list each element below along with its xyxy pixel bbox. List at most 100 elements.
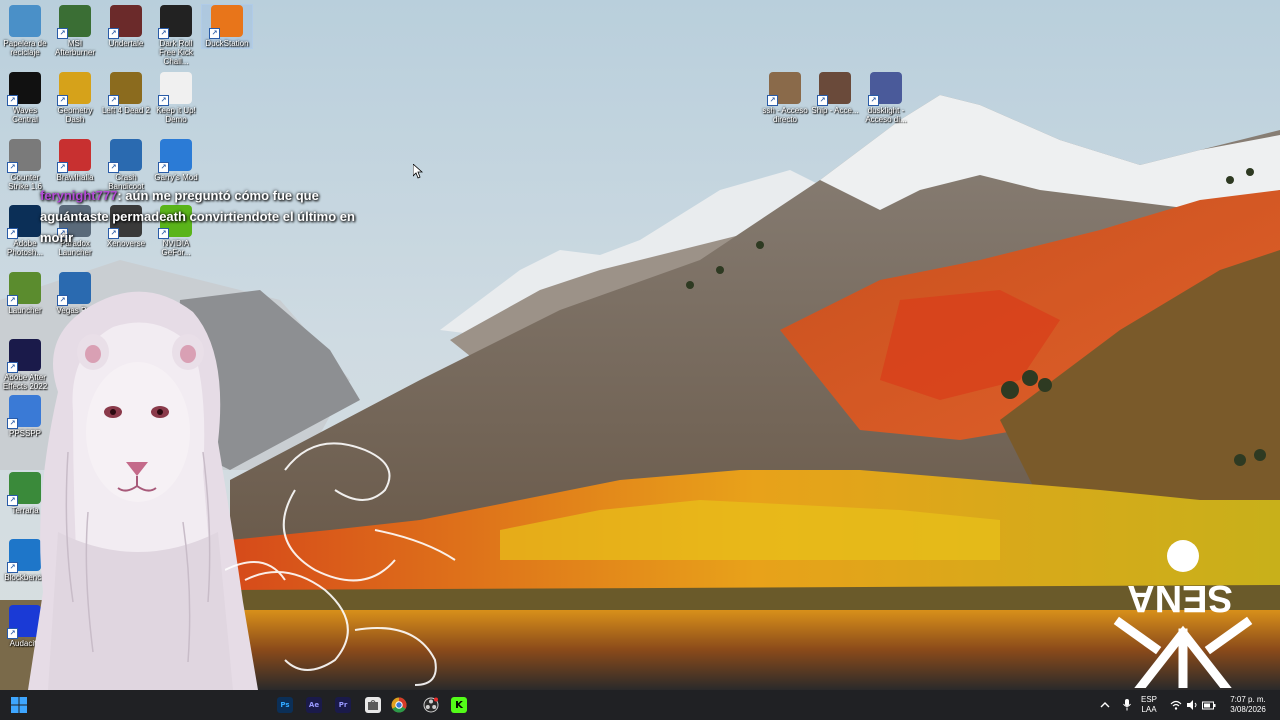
brawl-icon: ↗ — [57, 139, 91, 173]
chat-username: ferynight777 — [40, 188, 118, 203]
desktop-icon-label: Ship - Acce... — [811, 106, 859, 115]
shortcut-arrow-icon: ↗ — [767, 95, 778, 106]
taskbar-obs-button[interactable] — [418, 692, 444, 718]
gmod-icon: ↗ — [158, 139, 192, 173]
geometry-dash-icon: ↗ — [57, 72, 91, 106]
desktop-icon-undertale[interactable]: ↗ Undertale — [101, 5, 151, 48]
crash-icon: ↗ — [108, 139, 142, 173]
system-tray: ESP LAA 7:07 p. m. 3/08/2026 — [1090, 690, 1280, 720]
swirl-decoration — [225, 442, 456, 686]
duckstation-icon: ↗ — [209, 5, 243, 39]
chat-message: ferynight777: aún me preguntó cómo fue q… — [40, 185, 380, 248]
desktop-icon-waves[interactable]: ↗ Waves Central — [0, 72, 50, 124]
desktop-icon-recycle[interactable]: Papelera de reciclaje — [0, 5, 50, 57]
taskbar-store-button[interactable] — [360, 692, 386, 718]
taskbar-chrome-button[interactable] — [386, 692, 412, 718]
shortcut-icon: ↗ — [767, 72, 801, 106]
wifi-icon[interactable] — [1170, 699, 1182, 711]
shortcut-arrow-icon: ↗ — [57, 28, 68, 39]
start-button[interactable] — [6, 692, 32, 718]
keep-it-up-icon: ↗ — [158, 72, 192, 106]
desktop-icon-duckstation[interactable]: ↗ DuckStation — [201, 4, 253, 49]
kick-icon: K — [451, 697, 467, 713]
desktop-icon-label: Brawlhalla — [56, 173, 94, 182]
obs-icon — [423, 697, 439, 713]
undertale-icon: ↗ — [108, 5, 142, 39]
shortcut-arrow-icon: ↗ — [7, 562, 18, 573]
desktop-icon-crash[interactable]: ↗ Crash Bandicoot — [101, 139, 151, 191]
chevron-up-icon[interactable] — [1100, 700, 1110, 710]
desktop-icon-ship[interactable]: ↗ Ship - Acce... — [810, 72, 860, 115]
microphone-icon[interactable] — [1122, 698, 1132, 712]
clock[interactable]: 7:07 p. m. 3/08/2026 — [1222, 695, 1274, 715]
desktop-icon-brawl[interactable]: ↗ Brawlhalla — [50, 139, 100, 182]
shortcut-arrow-icon: ↗ — [7, 295, 18, 306]
shortcut-arrow-icon: ↗ — [7, 228, 18, 239]
photoshop-icon: ↗ — [7, 205, 41, 239]
desktop-icon-label: ssh - Acceso directo — [762, 106, 808, 124]
desktop-icon-label: dusklight - Acceso di... — [865, 106, 907, 124]
language-indicator[interactable]: ESP LAA — [1138, 695, 1160, 715]
language-layout: LAA — [1141, 705, 1157, 714]
battery-icon[interactable] — [1202, 699, 1216, 711]
shortcut-icon: ↗ — [817, 72, 851, 106]
shortcut-arrow-icon: ↗ — [108, 162, 119, 173]
counter-strike-icon: ↗ — [7, 139, 41, 173]
taskbar-app-ps[interactable]: Ps — [272, 692, 298, 718]
windows-logo-icon — [11, 697, 27, 713]
shortcut-arrow-icon: ↗ — [108, 95, 119, 106]
shortcut-arrow-icon: ↗ — [209, 28, 220, 39]
shortcut-arrow-icon: ↗ — [868, 95, 879, 106]
shortcut-arrow-icon: ↗ — [817, 95, 828, 106]
photoshop-icon: Ps — [277, 697, 293, 713]
desktop-icon-label: Dark Roll Free Kick Chall... — [159, 39, 193, 66]
left4dead-icon: ↗ — [108, 72, 142, 106]
premiere-icon: Pr — [335, 697, 351, 713]
sena-logo: SENA — [1100, 538, 1260, 695]
taskbar-kick-button[interactable]: K — [446, 692, 472, 718]
recycle-bin-icon — [9, 5, 41, 37]
sena-text: SENA — [1127, 577, 1233, 619]
shortcut-arrow-icon: ↗ — [158, 28, 169, 39]
store-bag-icon — [365, 697, 381, 713]
desktop-icon-l4d2[interactable]: ↗ Left 4 Dead 2 — [101, 72, 151, 115]
shortcut-arrow-icon: ↗ — [7, 628, 18, 639]
desktop-icon-dusklight[interactable]: ↗ dusklight - Acceso di... — [861, 72, 911, 124]
taskbar-app-ae[interactable]: Ae — [301, 692, 327, 718]
shortcut-arrow-icon: ↗ — [108, 28, 119, 39]
desktop-icon-ssh[interactable]: ↗ ssh - Acceso directo — [760, 72, 810, 124]
desktop-icon-geometry[interactable]: ↗ Geometry Dash — [50, 72, 100, 124]
soccer-ball-icon: ↗ — [158, 5, 192, 39]
shortcut-arrow-icon: ↗ — [7, 162, 18, 173]
language-code: ESP — [1140, 695, 1157, 704]
shortcut-arrow-icon: ↗ — [57, 95, 68, 106]
chrome-icon — [391, 697, 407, 713]
taskbar-app-pr[interactable]: Pr — [330, 692, 356, 718]
volume-icon[interactable] — [1186, 699, 1198, 711]
desktop-icon-label: Papelera de reciclaje — [3, 39, 47, 57]
desktop-icon-label: Undertale — [108, 39, 144, 48]
shortcut-arrow-icon: ↗ — [57, 162, 68, 173]
desktop-icon-label: Left 4 Dead 2 — [101, 106, 151, 115]
desktop-icon-label: MSI Afterburner — [54, 39, 96, 57]
shortcut-arrow-icon: ↗ — [158, 95, 169, 106]
mouse-cursor-icon — [413, 164, 423, 179]
desktop-icon-msi[interactable]: ↗ MSI Afterburner — [50, 5, 100, 57]
desktop-icon-label: Geometry Dash — [57, 106, 93, 124]
desktop-icon-darkroll[interactable]: ↗ Dark Roll Free Kick Chall... — [151, 5, 201, 66]
desktop-icon-label: Waves Central — [12, 106, 38, 124]
shortcut-arrow-icon: ↗ — [7, 362, 18, 373]
after-effects-icon: Ae — [306, 697, 322, 713]
dusklight-icon: ↗ — [868, 72, 902, 106]
clock-time: 7:07 p. m. — [1230, 695, 1266, 704]
shortcut-arrow-icon: ↗ — [158, 162, 169, 173]
shortcut-arrow-icon: ↗ — [7, 418, 18, 429]
desktop-icon-label: DuckStation — [205, 39, 249, 48]
taskbar: Ps Ae Pr K ESP LAA 7:07 p. m. 3/08/2026 — [0, 690, 1280, 720]
desktop-icon-keepitup[interactable]: ↗ Keep it Up! Demo — [151, 72, 201, 124]
shortcut-arrow-icon: ↗ — [7, 95, 18, 106]
desktop-icon-gmod[interactable]: ↗ Garry's Mod — [151, 139, 201, 182]
desktop-icon-cs[interactable]: ↗ Counter Strike 1.6 — [0, 139, 50, 191]
shortcut-arrow-icon: ↗ — [7, 495, 18, 506]
desktop-icon-label: Garry's Mod — [154, 173, 198, 182]
